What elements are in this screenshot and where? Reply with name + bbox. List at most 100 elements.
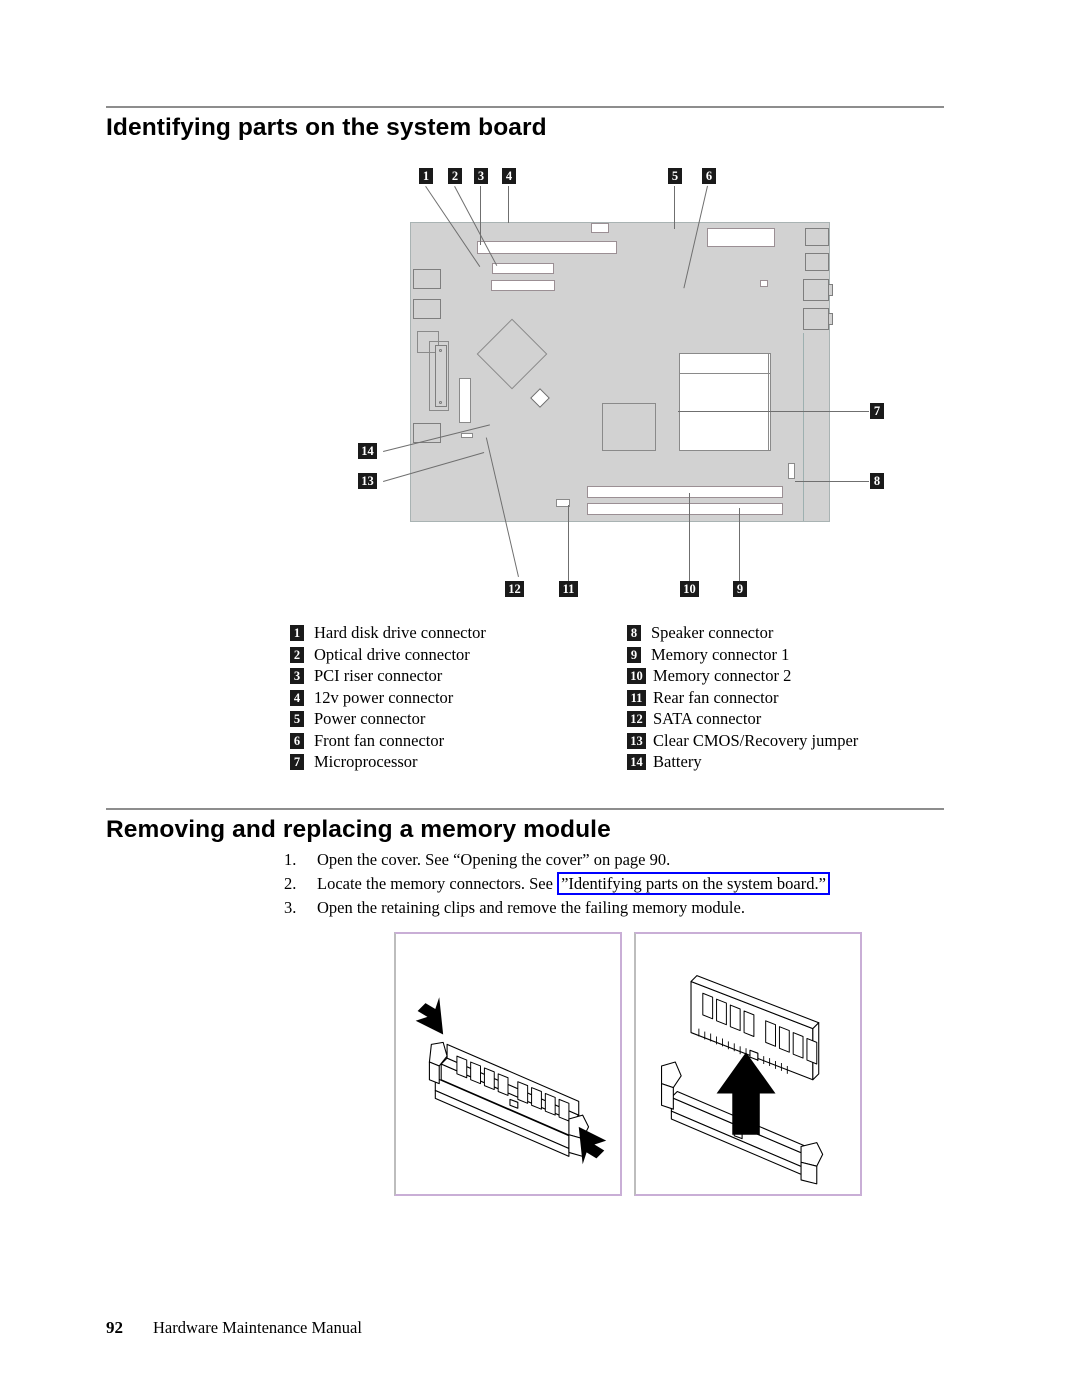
legend-column-left: 1 Hard disk drive connector 2 Optical dr… bbox=[290, 622, 620, 773]
legend-item: 11 Rear fan connector bbox=[627, 687, 927, 709]
arrow-right bbox=[578, 1126, 607, 1165]
legend-item: 7 Microprocessor bbox=[290, 751, 620, 773]
legend-label-1: Hard disk drive connector bbox=[314, 623, 486, 642]
legend-item: 13 Clear CMOS/Recovery jumper bbox=[627, 730, 927, 752]
figure-open-retaining-clips bbox=[394, 932, 622, 1196]
leader-9 bbox=[739, 508, 740, 581]
rear-fan-connector-marker bbox=[530, 388, 550, 408]
chipset bbox=[602, 403, 656, 451]
legend-label-13: Clear CMOS/Recovery jumper bbox=[653, 730, 859, 750]
callout-7: 7 bbox=[870, 403, 884, 419]
legend-item: 5 Power connector bbox=[290, 708, 620, 730]
callout-6: 6 bbox=[702, 168, 716, 184]
leader-10 bbox=[689, 493, 690, 581]
legend-label-6: Front fan connector bbox=[314, 730, 445, 750]
legend-item: 10 Memory connector 2 bbox=[627, 665, 927, 687]
legend-item: 3 PCI riser connector bbox=[290, 665, 620, 687]
rear-port-3-tab bbox=[828, 284, 833, 296]
screw-hole-bottom bbox=[439, 401, 442, 404]
section-rule-memory bbox=[106, 808, 944, 810]
legend-badge-1: 1 bbox=[290, 625, 304, 641]
optical-drive-connector bbox=[492, 263, 554, 274]
legend-label-5: Power connector bbox=[314, 709, 426, 728]
legend-badge-12: 12 bbox=[627, 711, 646, 727]
page-title-removing-memory: Removing and replacing a memory module bbox=[106, 816, 611, 843]
battery bbox=[476, 318, 548, 390]
callout-11: 11 bbox=[559, 581, 578, 597]
callout-10: 10 bbox=[680, 581, 699, 597]
document-page: Identifying parts on the system board 1 … bbox=[0, 0, 1080, 1397]
microprocessor-socket-edge bbox=[768, 353, 769, 451]
leader-7 bbox=[678, 411, 869, 412]
legend-badge-5: 5 bbox=[290, 711, 304, 727]
legend-badge-8: 8 bbox=[627, 625, 641, 641]
legend-label-4: 12v power connector bbox=[314, 687, 454, 707]
legend-badge-14: 14 bbox=[627, 754, 646, 770]
legend-item: 8 Speaker connector bbox=[627, 622, 927, 644]
step-text-3-body: Open the retaining clips and remove the … bbox=[317, 898, 745, 917]
legend-badge-10: 10 bbox=[627, 668, 646, 684]
legend-label-3: PCI riser connector bbox=[314, 666, 443, 685]
system-board-diagram: 1 2 3 4 5 6 7 8 9 10 11 12 13 14 bbox=[290, 160, 900, 605]
front-fan-connector bbox=[760, 280, 768, 287]
step-number-3: 3. bbox=[284, 898, 297, 917]
microprocessor-socket bbox=[679, 353, 771, 451]
legend-badge-7: 7 bbox=[290, 754, 304, 770]
rear-port-3 bbox=[803, 279, 829, 301]
footer-page-number: 92 bbox=[106, 1318, 123, 1337]
legend-item: 9 Memory connector 1 bbox=[627, 644, 927, 666]
memory-connector-2 bbox=[587, 486, 783, 498]
legend-label-10: Memory connector 2 bbox=[653, 666, 792, 685]
hard-disk-drive-connector bbox=[491, 280, 555, 291]
legend-label-7: Microprocessor bbox=[314, 752, 418, 771]
legend-item: 14 Battery bbox=[627, 751, 927, 773]
legend-label-8: Speaker connector bbox=[651, 623, 774, 642]
12v-power-connector bbox=[591, 223, 609, 233]
callout-9: 9 bbox=[733, 581, 747, 597]
legend-label-14: Battery bbox=[653, 752, 702, 771]
step-item: 1. Open the cover. See “Opening the cove… bbox=[284, 848, 944, 872]
leader-8 bbox=[795, 481, 869, 482]
page-title-identifying-parts: Identifying parts on the system board bbox=[106, 114, 547, 141]
sata-connector bbox=[459, 378, 471, 423]
legend-badge-11: 11 bbox=[627, 689, 646, 706]
rear-port-1 bbox=[805, 228, 829, 246]
callout-5: 5 bbox=[668, 168, 682, 184]
legend-label-9: Memory connector 1 bbox=[651, 644, 790, 664]
leader-5 bbox=[674, 186, 675, 229]
legend-item: 12 SATA connector bbox=[627, 708, 927, 730]
rear-port-4-tab bbox=[828, 313, 833, 325]
pci-riser-connector bbox=[477, 241, 617, 254]
legend-item: 1 Hard disk drive connector bbox=[290, 622, 620, 644]
callout-13: 13 bbox=[358, 473, 377, 489]
cross-reference-link[interactable]: ”Identifying parts on the system board.” bbox=[557, 872, 830, 895]
callout-4: 4 bbox=[502, 168, 516, 184]
callout-3: 3 bbox=[474, 168, 488, 184]
rear-port-4 bbox=[803, 308, 829, 330]
step-item: 3. Open the retaining clips and remove t… bbox=[284, 896, 944, 920]
step-number-2: 2. bbox=[284, 874, 297, 893]
leader-4 bbox=[508, 186, 509, 223]
legend-label-11: Rear fan connector bbox=[653, 687, 779, 707]
step-text-2: Locate the memory connectors. See ”Ident… bbox=[317, 872, 830, 896]
callout-14: 14 bbox=[358, 443, 377, 459]
board-parts-legend: 1 Hard disk drive connector 2 Optical dr… bbox=[290, 622, 930, 777]
footer-manual-title: Hardware Maintenance Manual bbox=[153, 1318, 362, 1337]
power-connector bbox=[707, 228, 775, 247]
legend-item: 6 Front fan connector bbox=[290, 730, 620, 752]
memory-connector-1 bbox=[587, 503, 783, 515]
speaker-connector bbox=[788, 463, 795, 479]
step-text-3: Open the retaining clips and remove the … bbox=[317, 896, 745, 920]
page-footer: 92 Hardware Maintenance Manual bbox=[106, 1318, 362, 1338]
callout-1: 1 bbox=[419, 168, 433, 184]
legend-item: 4 12v power connector bbox=[290, 687, 620, 709]
clear-cmos-jumper bbox=[461, 433, 473, 438]
legend-badge-4: 4 bbox=[290, 689, 304, 706]
microprocessor-socket-line bbox=[679, 373, 771, 374]
legend-badge-13: 13 bbox=[627, 732, 646, 749]
legend-badge-9: 9 bbox=[627, 646, 641, 663]
legend-label-12: SATA connector bbox=[653, 709, 762, 728]
legend-column-right: 8 Speaker connector 9 Memory connector 1… bbox=[627, 622, 927, 773]
left-connector-tower-inner bbox=[435, 345, 447, 407]
callout-8: 8 bbox=[870, 473, 884, 489]
